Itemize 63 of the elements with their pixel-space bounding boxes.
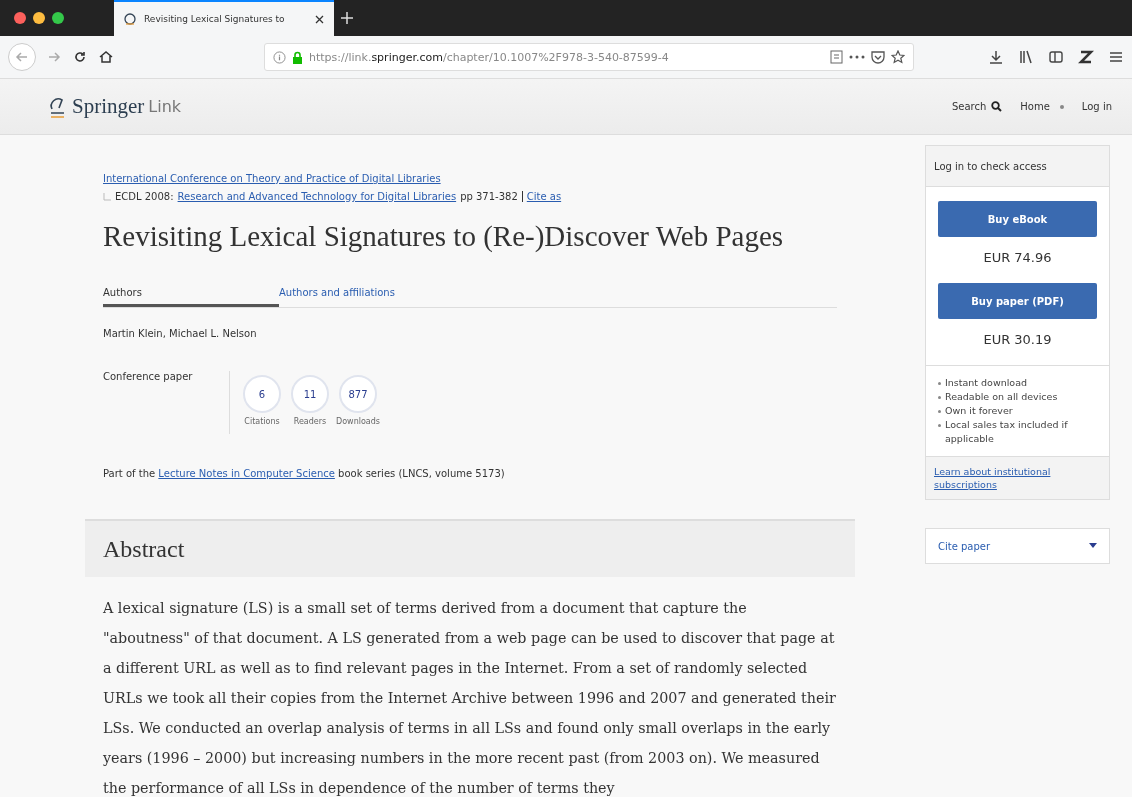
sidebar-icon[interactable] xyxy=(1048,49,1064,65)
z-letter-icon[interactable] xyxy=(1078,49,1094,65)
browser-tab[interactable]: Revisiting Lexical Signatures to xyxy=(114,0,334,36)
window-control-icon[interactable] xyxy=(52,12,64,24)
page-range: pp 371-382 xyxy=(460,191,518,202)
window-control-icon[interactable] xyxy=(14,12,26,24)
bullet-icon xyxy=(938,396,941,399)
benefit-item: Instant download xyxy=(945,376,1028,390)
caret-icon xyxy=(1089,543,1097,549)
series-sentence: Part of the Lecture Notes in Computer Science book series (LNCS, volume 5173) xyxy=(103,468,506,479)
close-icon[interactable] xyxy=(315,14,324,24)
cite-link[interactable]: Cite as xyxy=(526,191,562,202)
metric-badge[interactable]: 11 xyxy=(291,375,329,413)
price: EUR 30.19 xyxy=(982,332,1053,347)
book-link[interactable]: Research and Advanced Technology for Digital Libraries xyxy=(177,191,457,202)
metric-badge[interactable]: 877 xyxy=(339,375,377,413)
star-icon[interactable] xyxy=(891,50,905,64)
home-icon[interactable] xyxy=(98,49,114,65)
bullet-icon xyxy=(938,424,941,427)
bullet-icon xyxy=(938,382,941,385)
search-icon[interactable] xyxy=(991,101,1003,112)
lock-icon xyxy=(292,50,303,64)
cite-dropdown[interactable]: Cite paper xyxy=(925,528,1110,564)
logo-subtext[interactable]: Link xyxy=(148,97,182,116)
menu-icon[interactable] xyxy=(1108,49,1124,65)
conference-link[interactable]: International Conference on Theory and Practice of Digital Libraries xyxy=(103,173,441,184)
library-icon[interactable] xyxy=(1018,49,1034,65)
download-icon[interactable] xyxy=(988,49,1004,65)
more-icon[interactable] xyxy=(849,55,865,59)
logo-icon xyxy=(124,13,136,25)
article-title: Revisiting Lexical Signatures to (Re-)Discover Web Pages xyxy=(103,220,785,253)
content-type: Conference paper xyxy=(103,371,194,384)
access-heading: Log in to check access xyxy=(926,146,1109,187)
buy-button[interactable]: Buy eBook xyxy=(938,201,1097,237)
section-tab[interactable]: Authors xyxy=(103,283,279,307)
buy-button[interactable]: Buy paper (PDF) xyxy=(938,283,1097,319)
logo-text[interactable]: Springer xyxy=(72,94,145,119)
tree-branch-icon xyxy=(103,192,111,201)
nav-link[interactable]: Home xyxy=(1020,101,1050,112)
series-link[interactable]: Lecture Notes in Computer Science xyxy=(158,468,335,479)
section-tab[interactable]: Authors and affiliations xyxy=(279,283,455,307)
price: EUR 74.96 xyxy=(982,250,1053,265)
new-tab-icon[interactable] xyxy=(340,11,354,25)
metric-label: Citations xyxy=(244,417,280,426)
benefit-item: Readable on all devices xyxy=(945,390,1058,404)
address-bar[interactable]: https://link.springer.com/chapter/10.1007%2F978-3-540-87599-4 xyxy=(264,43,914,71)
benefit-item: Local sales tax included if applicable xyxy=(945,418,1069,446)
metric-label: Readers xyxy=(293,417,327,426)
abstract-heading: Abstract xyxy=(85,519,855,577)
book-prefix: ECDL 2008: xyxy=(115,191,174,202)
abstract-text: A lexical signature (LS) is a small set of terms derived from a document that capture the "aboutness" of that document. A LS generated from a web page can be used to discover that page at a different URL as well as to find relevant pages in the Internet. From a set of randomly selected URLs we took all their copies from the Internet Archive between 1996 and 2007 and generated their LSs. We conducted an overlap analysis of terms in all LSs and found only small overlaps in the early years (1996 – 2000) but increasing numbers in the more recent past (from 2003 on). We measured the performance of all LSs in dependence of the number of terms they xyxy=(103,599,837,797)
separator-line xyxy=(521,191,523,202)
pocket-icon[interactable] xyxy=(871,50,885,64)
metric-badge[interactable]: 6 xyxy=(243,375,281,413)
reload-icon[interactable] xyxy=(72,49,88,65)
window-control-icon[interactable] xyxy=(33,12,45,24)
nav-link[interactable]: Log in xyxy=(1081,101,1112,112)
benefit-item: Own it forever xyxy=(945,404,1013,418)
metric-label: Downloads xyxy=(336,417,380,426)
author-names: Martin Klein, Michael L. Nelson xyxy=(103,328,258,339)
bullet-icon xyxy=(938,410,941,413)
search-link[interactable]: Search xyxy=(951,101,1003,112)
separator-dot xyxy=(1059,104,1064,109)
